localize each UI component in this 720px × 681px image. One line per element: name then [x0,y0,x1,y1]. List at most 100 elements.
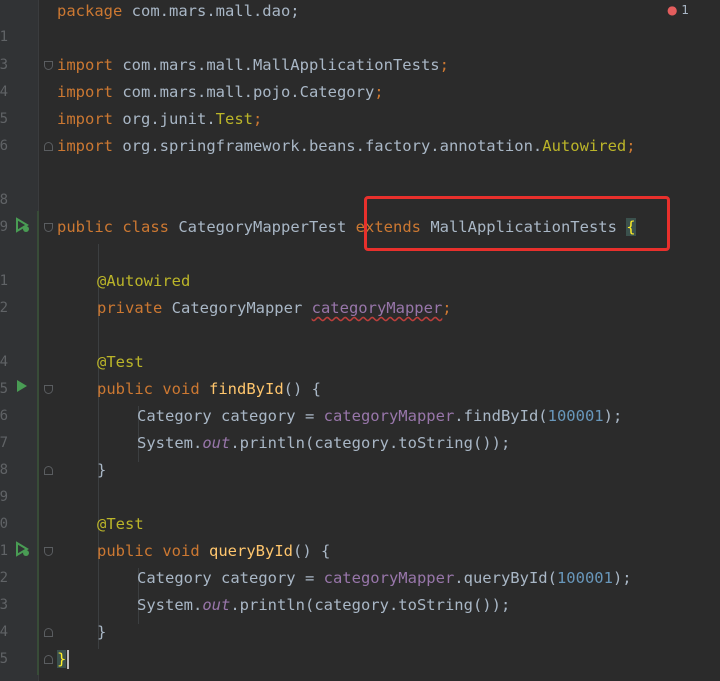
code-token: org.springframework.beans.factory.annota… [113,137,543,155]
code-line-4[interactable]: import com.mars.mall.pojo.Category; [57,82,384,102]
code-line-11[interactable]: @Autowired [97,271,190,291]
run-test-icon[interactable] [13,379,31,399]
code-token: .println(category.toString()); [230,434,511,452]
code-token: categoryMapper [323,569,455,587]
code-line-21[interactable]: public void queryById() { [97,541,330,561]
line-number: 1 [0,543,8,559]
code-line-20[interactable]: @Test [97,514,144,534]
code-line-15[interactable]: public void findById() { [97,379,321,399]
code-token: System. [137,596,203,614]
code-token: Test [215,110,253,128]
code-token: } [97,461,107,479]
code-token: void [162,380,200,398]
code-token: .println(category.toString()); [230,596,511,614]
line-number: 9 [0,219,8,235]
fold-marker-icon[interactable] [44,547,53,556]
fold-marker-icon[interactable] [44,628,53,637]
fold-marker-icon[interactable] [44,223,53,232]
code-token: ; [374,83,384,101]
code-token: ; [442,299,452,317]
vcs-change-marker [37,211,39,675]
line-number: 1 [0,273,8,289]
code-token: import [57,137,113,155]
code-token: Category category = [137,569,324,587]
inspection-warning-indicator[interactable]: ● 1 [667,3,689,17]
code-token: 100001 [547,407,604,425]
code-line-6[interactable]: import org.springframework.beans.factory… [57,136,636,156]
code-token: out [202,596,231,614]
code-token: import [57,83,113,101]
line-number: 0 [0,516,8,532]
fold-marker-icon[interactable] [44,61,53,70]
code-line-5[interactable]: import org.junit.Test; [57,109,262,129]
run-test-class-icon[interactable] [13,217,31,237]
code-line-1[interactable]: package com.mars.mall.dao; [57,1,300,21]
line-number: 4 [0,354,8,370]
fold-marker-icon[interactable] [44,385,53,394]
code-line-16[interactable]: Category category = categoryMapper.findB… [137,406,622,426]
line-number: 5 [0,651,8,667]
code-token: findById [209,380,284,398]
annotation-highlight-box [364,196,670,251]
code-token: @Autowired [97,272,191,290]
code-token: public [97,380,153,398]
code-token: com.mars.mall.MallApplicationTests [113,56,440,74]
code-token: private [97,299,163,317]
code-token: import [57,110,113,128]
code-token: System. [137,434,203,452]
code-token: public [97,542,153,560]
warning-count: 1 [681,3,689,17]
code-token: ); [612,569,632,587]
code-line-25[interactable]: } [57,649,67,669]
fold-marker-icon[interactable] [44,142,53,151]
fold-marker-icon[interactable] [44,655,53,664]
code-token: com.mars.mall.dao; [122,2,300,20]
code-token: .queryById( [454,569,557,587]
code-token: out [202,434,231,452]
code-token: queryById [209,542,294,560]
run-test-passed-icon[interactable] [13,541,31,561]
line-number: 9 [0,489,8,505]
matched-brace: } [57,650,67,668]
code-token: categoryMapper [323,407,455,425]
code-token: 100001 [556,569,613,587]
code-token: ; [626,137,636,155]
code-token: () { [283,380,321,398]
code-token: .findById( [454,407,548,425]
code-line-12[interactable]: private CategoryMapper categoryMapper; [97,298,452,318]
fold-marker-icon[interactable] [44,466,53,475]
line-number: 7 [0,435,8,451]
code-token: package [57,2,123,20]
code-line-24[interactable]: } [97,622,106,642]
code-token: CategoryMapper [162,299,312,317]
code-line-18[interactable]: } [97,460,106,480]
code-line-22[interactable]: Category category = categoryMapper.query… [137,568,632,588]
code-token: CategoryMapperTest [169,218,356,236]
line-number: 8 [0,192,8,208]
code-line-3[interactable]: import com.mars.mall.MallApplicationTest… [57,55,449,75]
line-number: 5 [0,381,8,397]
code-line-14[interactable]: @Test [97,352,144,372]
code-token: categoryMapper [311,299,443,317]
code-token: @Test [97,353,144,371]
error-dot-icon: ● [667,3,678,17]
line-number: 2 [0,300,8,316]
code-token: ; [252,110,263,128]
code-token: () { [293,542,331,560]
code-token: com.mars.mall.pojo.Category [113,83,375,101]
text-caret [67,650,69,669]
line-number: 8 [0,462,8,478]
line-number: 3 [0,57,8,73]
line-number: 3 [0,597,8,613]
code-token: public [57,218,113,236]
line-number: 5 [0,111,8,127]
code-token: class [122,218,170,236]
code-line-23[interactable]: System.out.println(category.toString()); [137,595,510,615]
code-token: @Test [97,515,144,533]
code-token: import [57,56,113,74]
line-number: 1 [0,29,8,45]
code-token: Category category = [137,407,324,425]
code-token: ); [603,407,623,425]
code-line-17[interactable]: System.out.println(category.toString()); [137,433,510,453]
code-token: ; [439,56,449,74]
